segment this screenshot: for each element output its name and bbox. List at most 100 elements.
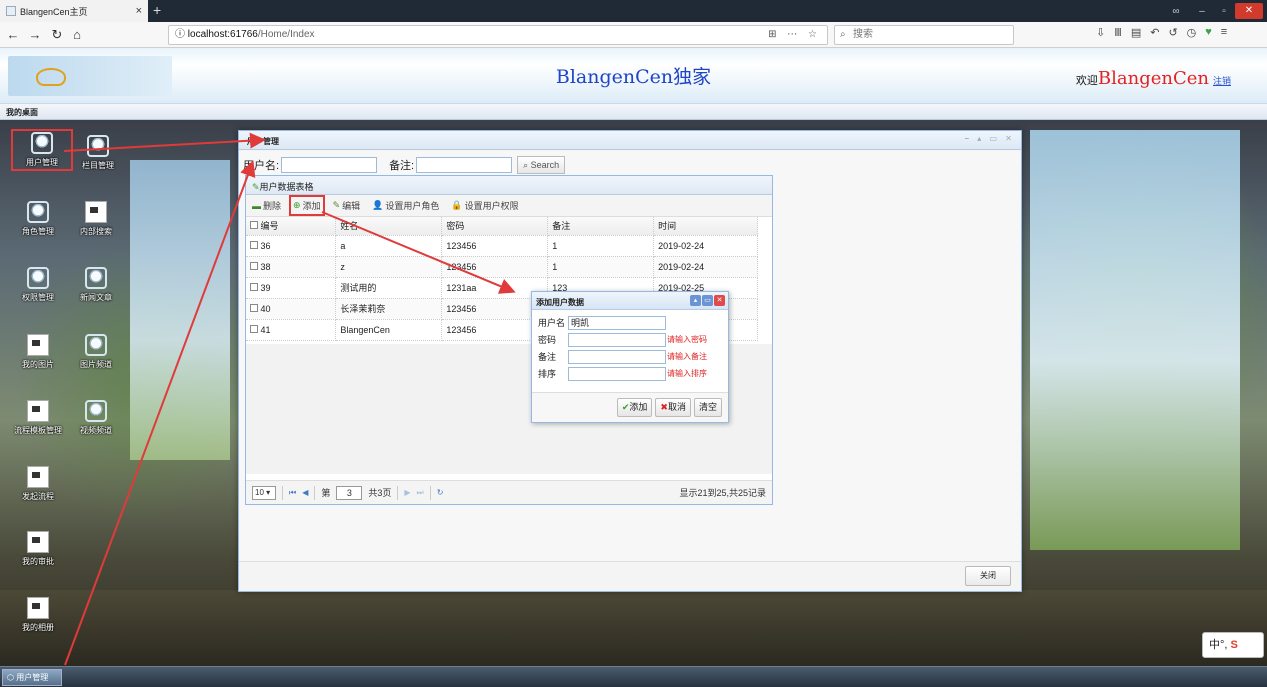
add-button[interactable]: ⊕ 添加 (289, 195, 325, 216)
column-header-name[interactable]: 姓名 (335, 217, 443, 236)
shield-icon[interactable]: ♥ (1205, 26, 1212, 39)
menu-icon[interactable]: ≡ (1221, 26, 1227, 39)
library-icon[interactable]: Ⅲ (1114, 26, 1122, 39)
reload-icon[interactable]: ↻ (48, 26, 66, 44)
column-header-id[interactable]: 编号 (246, 217, 337, 236)
browser-search[interactable]: 搜索 (834, 25, 1014, 45)
back-icon[interactable]: ← (4, 26, 22, 44)
row-checkbox[interactable] (250, 261, 258, 270)
username-search-input[interactable] (281, 157, 378, 173)
desktop-icon-picture-channel[interactable]: 图片频道 (68, 334, 124, 370)
minimize-icon[interactable]: – (1191, 6, 1213, 17)
undo-icon[interactable]: ↶ (1150, 26, 1159, 39)
table-row[interactable]: 36 a 123456 1 2019-02-24 (246, 235, 758, 257)
desktop-icon-user-management[interactable]: 用户管理 (11, 129, 73, 171)
window-header[interactable]: 用户管理 – ▴ ▭ ✕ (239, 131, 1021, 150)
sidebar-icon[interactable]: ▤ (1131, 26, 1141, 39)
remark-search-input[interactable] (416, 157, 513, 173)
dialog-header[interactable]: 添加用户数据 ▴ ▭ ✕ (532, 292, 728, 310)
browser-tab[interactable]: BlangenCen主页 × (0, 0, 148, 22)
next-page-icon[interactable]: ▶ (404, 488, 410, 497)
restore-icon[interactable]: ▫ (1213, 6, 1235, 17)
dialog-clear-button[interactable]: 清空 (693, 398, 722, 417)
refresh-icon[interactable]: ↻ (437, 488, 444, 497)
cube-icon (27, 201, 49, 223)
cube-icon (87, 135, 109, 157)
maximize-icon[interactable]: ▭ (702, 295, 713, 306)
dialog-add-button[interactable]: ✔添加 (616, 398, 653, 417)
history-icon[interactable]: ↺ (1168, 26, 1177, 39)
collapse-icon[interactable]: ▴ (690, 295, 701, 306)
ime-indicator[interactable]: 中°, S (1202, 632, 1264, 658)
remark-field[interactable] (568, 349, 666, 364)
search-button[interactable]: ⌕ Search (517, 156, 566, 174)
desktop-icon-internal-search[interactable]: 内部搜索 (68, 201, 124, 237)
window-title: 用户管理 (247, 137, 279, 146)
cube-icon (85, 400, 107, 422)
table-row[interactable]: 38 z 123456 1 2019-02-24 (246, 256, 758, 278)
username: BlangenCen (1097, 68, 1209, 89)
password-field[interactable] (568, 332, 666, 347)
dialog-cancel-button[interactable]: ✖取消 (655, 398, 691, 417)
username-label: 用户名: (243, 160, 280, 172)
column-header-password[interactable]: 密码 (441, 217, 549, 236)
desktop-icon-my-approvals[interactable]: 我的审批 (10, 531, 66, 567)
desktop-icon-my-albums[interactable]: 我的相册 (10, 597, 66, 633)
set-permission-button[interactable]: 🔒 设置用户权限 (449, 197, 520, 214)
url-actions[interactable]: ⊞ ⋯ ☆ (768, 26, 821, 44)
clock-icon[interactable]: ◷ (1187, 26, 1197, 39)
cube-icon: ⬡ (7, 673, 17, 682)
home-icon[interactable]: ⌂ (68, 26, 86, 44)
form-row-sort: 排序 请输入排序 (538, 365, 728, 382)
row-checkbox[interactable] (250, 324, 258, 333)
row-checkbox[interactable] (250, 282, 258, 291)
window-tools[interactable]: – ▴ ▭ ✕ (965, 134, 1015, 143)
forward-icon[interactable]: → (26, 26, 44, 44)
field-label: 密码 (538, 335, 557, 345)
desktop-icon-permission-management[interactable]: 权限管理 (10, 267, 66, 303)
field-error: 请输入密码 (667, 335, 707, 344)
desktop-icon-column-management[interactable]: 栏目管理 (70, 135, 126, 171)
desktop-icon-video-channel[interactable]: 视频频道 (68, 400, 124, 436)
tab-close-icon[interactable]: × (136, 5, 142, 17)
cell-name: 测试用的 (335, 277, 443, 299)
dialog-close-icon[interactable]: ✕ (714, 295, 725, 306)
window-footer: 关闭 (239, 561, 1021, 591)
sort-field[interactable] (568, 366, 666, 381)
first-page-icon[interactable]: ⏮ (289, 488, 296, 498)
new-tab-icon[interactable]: + (153, 2, 161, 18)
row-checkbox[interactable] (250, 240, 258, 249)
prev-page-icon[interactable]: ◀ (302, 488, 308, 497)
logout-link[interactable]: 注销 (1213, 77, 1231, 87)
column-header-remark[interactable]: 备注 (547, 217, 655, 236)
column-header-time[interactable]: 时间 (653, 217, 758, 236)
document-icon (27, 597, 49, 619)
last-page-icon[interactable]: ⏭ (417, 488, 424, 498)
select-all-checkbox[interactable] (250, 221, 258, 230)
desktop-icon-my-pictures[interactable]: 我的图片 (10, 334, 66, 370)
page-size-select[interactable]: 10 ▾ (252, 485, 276, 500)
desktop-icon-start-flow[interactable]: 发起流程 (10, 466, 66, 502)
delete-button[interactable]: ▬ 删除 (250, 197, 283, 214)
site-header: BlangenCen独家 欢迎BlangenCen 注销 (0, 48, 1267, 104)
close-button[interactable]: 关闭 (965, 566, 1011, 586)
datagrid-toolbar: ▬ 删除 ⊕ 添加 ✎ 编辑 👤 设置用户角色 🔒 设置用户权限 (246, 195, 772, 217)
taskbar-item-user-management[interactable]: ⬡ 用户管理 (2, 669, 62, 686)
set-role-button[interactable]: 👤 设置用户角色 (370, 197, 441, 214)
page-number-input[interactable]: 3 (336, 485, 363, 500)
url-bar[interactable]: ⓘ localhost:61766/Home/Index ⊞ ⋯ ☆ (168, 25, 828, 45)
edit-button[interactable]: ✎ 编辑 (331, 197, 363, 214)
desktop-icon-news-articles[interactable]: 新闻文章 (68, 267, 124, 303)
desktop-icon-role-management[interactable]: 角色管理 (10, 201, 66, 237)
desktop-icon-flow-template[interactable]: 流程模板管理 (10, 400, 66, 436)
add-icon: ⊕ (293, 200, 301, 210)
row-checkbox[interactable] (250, 303, 258, 312)
download-icon[interactable]: ⇩ (1096, 26, 1105, 39)
username-field[interactable]: 明凯 (568, 315, 666, 330)
sogou-icon: S (1227, 639, 1238, 651)
cell-time: 2019-02-24 (653, 235, 758, 257)
cell-password: 123456 (441, 256, 549, 278)
cell-remark: 1 (547, 256, 655, 278)
total-pages: 共3页 (368, 488, 392, 498)
window-close-icon[interactable]: ✕ (1235, 3, 1263, 19)
